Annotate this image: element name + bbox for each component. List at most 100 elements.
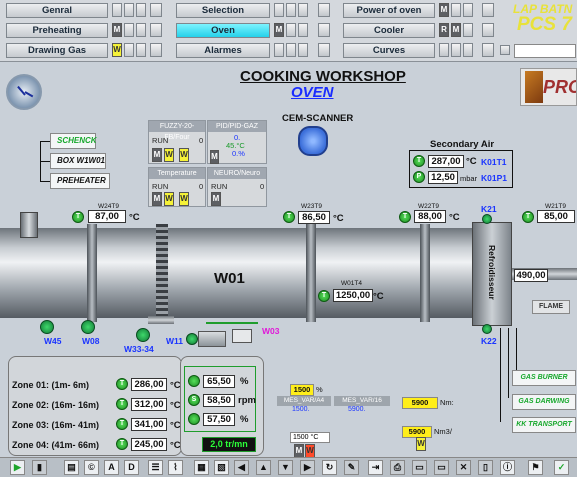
nav-slot[interactable] xyxy=(124,43,134,57)
drive-value[interactable]: 65,50 xyxy=(203,375,235,388)
print-icon[interactable]: ⎙ xyxy=(390,460,405,475)
trend-icon[interactable]: ⌇ xyxy=(168,460,183,475)
zone-value[interactable]: 312,00 xyxy=(131,398,167,411)
toolbar-d-button[interactable]: D xyxy=(124,460,139,475)
nav-curves-button[interactable]: Curves xyxy=(343,43,435,58)
secondary-air-temp[interactable]: 287,00 xyxy=(428,155,464,168)
arrow-right-icon[interactable]: ▶ xyxy=(300,460,315,475)
nav-slot[interactable] xyxy=(274,3,284,17)
schenck-button[interactable]: SCHENCK xyxy=(50,133,97,149)
pump-icon[interactable] xyxy=(136,328,150,342)
sensor-value[interactable]: 85,00 xyxy=(537,210,575,223)
arrow-up-icon[interactable]: ▲ xyxy=(256,460,271,475)
arrow-left-icon[interactable]: ◀ xyxy=(234,460,249,475)
sensor-value[interactable]: 88,00 xyxy=(414,210,446,223)
settings-icon[interactable]: ✎ xyxy=(344,460,359,475)
minimize-icon[interactable] xyxy=(500,45,510,55)
nav-slot[interactable] xyxy=(298,43,308,57)
nav-slot[interactable] xyxy=(286,43,296,57)
temperature-panel[interactable]: Temperature RUN 0 M W W xyxy=(148,167,206,207)
nav-slot[interactable] xyxy=(451,43,461,57)
folder-icon[interactable]: ▤ xyxy=(64,460,79,475)
refresh-icon[interactable]: ↻ xyxy=(322,460,337,475)
nav-slot[interactable] xyxy=(124,3,134,17)
sensor-value[interactable]: 86,50 xyxy=(298,211,330,224)
image-icon[interactable]: ▧ xyxy=(214,460,229,475)
pump-icon[interactable] xyxy=(81,320,95,334)
sensor-value[interactable]: 87,00 xyxy=(88,210,126,223)
nav-slot[interactable] xyxy=(298,3,308,17)
nav-arrow-icon[interactable] xyxy=(318,23,330,37)
neuro-panel[interactable]: NEURO/Neuro RUN 0 M xyxy=(207,167,267,207)
temp-setpoint[interactable]: 1500 °C xyxy=(290,432,330,443)
arrow-down-icon[interactable]: ▼ xyxy=(278,460,293,475)
nav-alarmes-button[interactable]: Alarmes xyxy=(176,43,270,58)
nav-oven-button[interactable]: Oven xyxy=(176,23,270,38)
fuzzy-panel[interactable]: FUZZY-20-FB/Four RUN 0 M W W xyxy=(148,120,206,164)
nav-slot[interactable] xyxy=(136,43,146,57)
fan-icon[interactable] xyxy=(482,324,492,334)
motor-icon[interactable] xyxy=(186,333,198,345)
drive-value[interactable]: 57,50 xyxy=(203,413,235,426)
list-icon[interactable]: ☰ xyxy=(148,460,163,475)
nav-slot[interactable] xyxy=(298,23,308,37)
nav-slot[interactable] xyxy=(439,43,449,57)
nav-arrow-icon[interactable] xyxy=(482,23,494,37)
page-icon[interactable]: ▭ xyxy=(412,460,427,475)
gas-burner-button[interactable]: GAS BURNER xyxy=(512,370,576,386)
nav-slot[interactable] xyxy=(286,23,296,37)
copy-icon[interactable]: © xyxy=(84,460,99,475)
pid-panel[interactable]: PID/PID-GAZ 0. 45.°C 0.% M xyxy=(207,120,267,164)
nav-arrow-icon[interactable] xyxy=(482,43,494,57)
bar-icon[interactable]: ▮ xyxy=(32,460,47,475)
page-icon[interactable]: ▭ xyxy=(434,460,449,475)
pct-value[interactable]: 1500 xyxy=(290,384,314,396)
toolbar-a-button[interactable]: A xyxy=(104,460,119,475)
window-icon[interactable]: ▯ xyxy=(478,460,493,475)
nav-slot[interactable] xyxy=(112,3,122,17)
nav-slot[interactable] xyxy=(274,43,284,57)
close-icon[interactable]: ✕ xyxy=(456,460,471,475)
nav-selection-button[interactable]: Selection xyxy=(176,3,270,18)
scanner-icon[interactable] xyxy=(298,126,328,156)
nav-arrow-icon[interactable] xyxy=(482,3,494,17)
nav-drawing-gas-button[interactable]: Drawing Gas xyxy=(6,43,108,58)
nav-slot[interactable] xyxy=(463,3,473,17)
box-w1w01-button[interactable]: BOX W1W01 xyxy=(50,153,106,169)
kk-transport-button[interactable]: KK TRANSPORT xyxy=(512,417,576,433)
nav-slot[interactable] xyxy=(136,3,146,17)
nav-arrow-icon[interactable] xyxy=(150,43,162,57)
nav-slot[interactable] xyxy=(451,3,461,17)
outlet-value[interactable]: 490,00 xyxy=(514,269,548,282)
flame-button[interactable]: FLAME xyxy=(532,300,570,314)
graph-icon[interactable]: ⚑ xyxy=(528,460,543,475)
export-icon[interactable]: ⇥ xyxy=(368,460,383,475)
nav-arrow-icon[interactable] xyxy=(318,43,330,57)
zone-value[interactable]: 341,00 xyxy=(131,418,167,431)
check-icon[interactable]: ✓ xyxy=(554,460,569,475)
fan-icon[interactable] xyxy=(482,214,492,224)
nav-preheating-button[interactable]: Preheating xyxy=(6,23,108,38)
chart-icon[interactable]: ▦ xyxy=(194,460,209,475)
drive-value[interactable]: 58,50 xyxy=(203,394,235,407)
secondary-air-press[interactable]: 12,50 xyxy=(428,171,458,184)
nav-slot[interactable] xyxy=(286,3,296,17)
nav-arrow-icon[interactable] xyxy=(150,23,162,37)
nav-power-of-oven-button[interactable]: Power of oven xyxy=(343,3,435,18)
play-icon[interactable]: ▶ xyxy=(10,460,25,475)
zone-value[interactable]: 286,00 xyxy=(131,378,167,391)
nav-genral-button[interactable]: Genral xyxy=(6,3,108,18)
nav-slot[interactable] xyxy=(124,23,134,37)
zone-value[interactable]: 245,00 xyxy=(131,438,167,451)
nav-cooler-button[interactable]: Cooler xyxy=(343,23,435,38)
nav-arrow-icon[interactable] xyxy=(150,3,162,17)
sensor-value[interactable]: 1250,00 xyxy=(333,289,373,302)
pump-icon[interactable] xyxy=(40,320,54,334)
info-icon[interactable]: ⓘ xyxy=(500,460,515,475)
nav-slot[interactable] xyxy=(463,23,473,37)
nav-slot[interactable] xyxy=(136,23,146,37)
nm-value[interactable]: 5900 xyxy=(402,397,438,409)
nav-arrow-icon[interactable] xyxy=(318,3,330,17)
gas-darwing-button[interactable]: GAS DARWING xyxy=(512,394,576,410)
nav-slot[interactable] xyxy=(463,43,473,57)
